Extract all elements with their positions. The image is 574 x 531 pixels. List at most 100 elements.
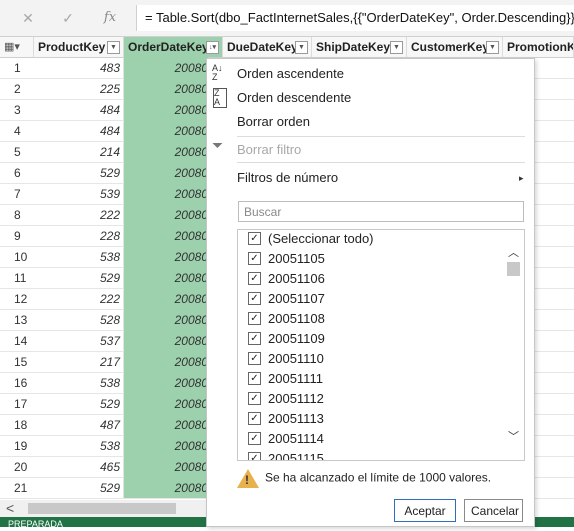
cell-productkey[interactable]: 529 [34, 268, 124, 288]
cell-orderdatekey[interactable]: 20080 [124, 246, 208, 267]
menu-item-sort-descending[interactable]: Orden descendente [237, 89, 351, 107]
list-item[interactable]: ✓ 20051108 [248, 309, 325, 329]
cell-productkey[interactable]: 538 [34, 373, 124, 393]
table-menu-icon[interactable]: ▦▾ [0, 37, 34, 58]
checkbox[interactable]: ✓ [248, 332, 261, 346]
cell-orderdatekey[interactable]: 20080 [124, 456, 208, 477]
column-label: OrderDateKey [128, 40, 209, 54]
list-item-label: 20051114 [268, 431, 324, 446]
list-item-label: 20051113 [268, 411, 324, 426]
cell-orderdatekey[interactable]: 20080 [124, 414, 208, 435]
cell-orderdatekey[interactable]: 20080 [124, 141, 208, 162]
cell-orderdatekey[interactable]: 20080 [124, 477, 208, 498]
column-header-shipdatekey[interactable]: ShipDateKey ▼ [312, 37, 407, 58]
cell-orderdatekey[interactable]: 20080 [124, 120, 208, 141]
cell-productkey[interactable]: 538 [34, 247, 124, 267]
list-item[interactable]: ✓ 20051113 [248, 409, 324, 429]
list-item[interactable]: ✓ 20051110 [248, 349, 324, 369]
chevron-down-icon[interactable]: ▼ [390, 41, 403, 54]
confirm-icon[interactable]: ✓ [54, 8, 82, 28]
cell-productkey[interactable]: 529 [34, 163, 124, 183]
scroll-down-icon[interactable]: ﹀ [505, 430, 522, 444]
cell-orderdatekey[interactable]: 20080 [124, 78, 208, 99]
column-header-duedatekey[interactable]: DueDateKey ▼ [223, 37, 312, 58]
cell-orderdatekey[interactable]: 20080 [124, 183, 208, 204]
checkbox[interactable]: ✓ [248, 312, 261, 326]
scroll-up-icon[interactable]: ︿ [505, 246, 522, 260]
formula-input[interactable]: = Table.Sort(dbo_FactInternetSales,{{"Or… [136, 5, 574, 31]
fx-icon[interactable]: fx [96, 8, 124, 28]
cell-productkey[interactable]: 214 [34, 142, 124, 162]
cell-orderdatekey[interactable]: 20080 [124, 57, 208, 78]
list-item[interactable]: ✓ 20051107 [248, 289, 325, 309]
cell-productkey[interactable]: 538 [34, 436, 124, 456]
cell-orderdatekey[interactable]: 20080 [124, 204, 208, 225]
menu-item-clear-sort[interactable]: Borrar orden [237, 113, 310, 131]
list-item[interactable]: ✓ 20051106 [248, 269, 325, 289]
column-header-orderdatekey[interactable]: OrderDateKey ↓▾ [124, 37, 223, 58]
search-input[interactable] [238, 201, 524, 222]
checkbox[interactable]: ✓ [248, 292, 261, 306]
horizontal-scrollbar[interactable]: < [0, 500, 210, 517]
cell-orderdatekey[interactable]: 20080 [124, 393, 208, 414]
chevron-down-icon[interactable]: ▼ [295, 41, 308, 54]
cell-productkey[interactable]: 483 [34, 58, 124, 78]
checkbox[interactable]: ✓ [248, 432, 261, 446]
list-item[interactable]: ✓ 20051112 [248, 389, 324, 409]
cell-orderdatekey[interactable]: 20080 [124, 288, 208, 309]
checkbox[interactable]: ✓ [248, 412, 261, 426]
cell-productkey[interactable]: 539 [34, 184, 124, 204]
checkbox[interactable]: ✓ [248, 352, 261, 366]
list-item[interactable]: ✓ 20051111 [248, 369, 323, 389]
cell-orderdatekey[interactable]: 20080 [124, 372, 208, 393]
cell-orderdatekey[interactable]: 20080 [124, 225, 208, 246]
cell-orderdatekey[interactable]: 20080 [124, 351, 208, 372]
cell-productkey[interactable]: 217 [34, 352, 124, 372]
chevron-down-icon[interactable]: ▼ [486, 41, 499, 54]
cell-productkey[interactable]: 225 [34, 79, 124, 99]
cell-productkey[interactable]: 484 [34, 121, 124, 141]
cell-orderdatekey[interactable]: 20080 [124, 99, 208, 120]
menu-item-sort-ascending[interactable]: Orden ascendente [237, 65, 344, 83]
cell-productkey[interactable]: 529 [34, 394, 124, 414]
cell-productkey[interactable]: 222 [34, 289, 124, 309]
ok-button[interactable]: Aceptar [394, 499, 456, 522]
checkbox[interactable]: ✓ [248, 372, 261, 386]
value-list: ✓ (Seleccionar todo) ✓ 20051105 ✓ 20051106 ✓ 20… [237, 229, 525, 461]
cell-orderdatekey[interactable]: 20080 [124, 435, 208, 456]
cell-productkey[interactable]: 537 [34, 331, 124, 351]
vertical-scrollbar[interactable]: ︿ ﹀ [505, 232, 522, 458]
checkbox[interactable]: ✓ [248, 272, 261, 286]
sort-desc-filter-icon[interactable]: ↓▾ [206, 41, 219, 54]
cell-productkey[interactable]: 228 [34, 226, 124, 246]
column-header-promotionkey[interactable]: PromotionKe [503, 37, 574, 58]
cell-orderdatekey[interactable]: 20080 [124, 162, 208, 183]
list-item[interactable]: ✓ 20051109 [248, 329, 325, 349]
checkbox[interactable]: ✓ [248, 232, 261, 246]
cell-orderdatekey[interactable]: 20080 [124, 267, 208, 288]
cancel-button[interactable]: Cancelar [464, 499, 523, 522]
select-all-item[interactable]: ✓ (Seleccionar todo) [248, 230, 374, 249]
cell-productkey[interactable]: 529 [34, 478, 124, 498]
cell-productkey[interactable]: 465 [34, 457, 124, 477]
checkbox[interactable]: ✓ [248, 392, 261, 406]
menu-item-number-filters[interactable]: Filtros de número [237, 169, 338, 187]
list-item[interactable]: ✓ 20051115 [248, 449, 324, 460]
scrollbar-thumb[interactable] [507, 262, 520, 276]
column-header-customerkey[interactable]: CustomerKey ▼ [407, 37, 503, 58]
column-header-productkey[interactable]: ProductKey ▼ [34, 37, 124, 58]
cancel-icon[interactable]: ✕ [14, 8, 42, 28]
list-item[interactable]: ✓ 20051105 [248, 249, 325, 269]
cell-orderdatekey[interactable]: 20080 [124, 330, 208, 351]
checkbox[interactable]: ✓ [248, 452, 261, 460]
cell-productkey[interactable]: 222 [34, 205, 124, 225]
cell-productkey[interactable]: 487 [34, 415, 124, 435]
scroll-left-icon[interactable]: < [6, 500, 14, 517]
chevron-down-icon[interactable]: ▼ [107, 41, 120, 54]
list-item[interactable]: ✓ 20051114 [248, 429, 324, 449]
scrollbar-thumb[interactable] [28, 503, 176, 514]
checkbox[interactable]: ✓ [248, 252, 261, 266]
cell-productkey[interactable]: 528 [34, 310, 124, 330]
cell-productkey[interactable]: 484 [34, 100, 124, 120]
cell-orderdatekey[interactable]: 20080 [124, 309, 208, 330]
